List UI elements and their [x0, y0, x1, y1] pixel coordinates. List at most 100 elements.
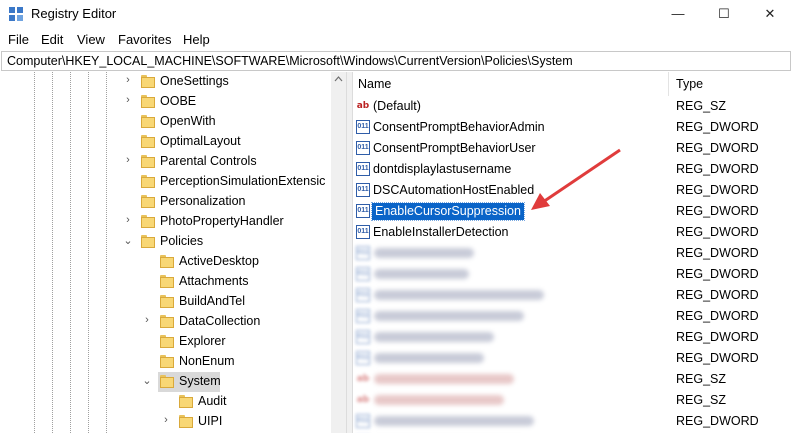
- tree-item-label: System: [179, 374, 221, 388]
- tree-item[interactable]: › OOBE: [0, 92, 345, 112]
- registry-value-row[interactable]: 011 ConsentPromptBehaviorAdmin REG_DWORD: [352, 117, 793, 138]
- tree-item[interactable]: › DataCollection: [0, 312, 345, 332]
- tree-item[interactable]: Explorer: [0, 332, 345, 352]
- string-value-icon: ab: [356, 101, 370, 111]
- maximize-button[interactable]: ☐: [701, 0, 747, 28]
- address-bar[interactable]: Computer\HKEY_LOCAL_MACHINE\SOFTWARE\Mic…: [1, 51, 791, 71]
- column-header-type[interactable]: Type: [670, 72, 793, 96]
- registry-value-row[interactable]: ab (Default) REG_SZ: [352, 96, 793, 117]
- tree-item[interactable]: › Parental Controls: [0, 152, 345, 172]
- redacted-value-name: [374, 269, 469, 279]
- registry-value-row[interactable]: 011 REG_DWORD: [352, 327, 793, 348]
- dword-value-icon: 011: [356, 162, 370, 176]
- tree-item[interactable]: ⌄ System: [0, 372, 345, 392]
- tree-item-label: OptimalLayout: [160, 134, 241, 148]
- registry-value-row[interactable]: 011 REG_DWORD: [352, 306, 793, 327]
- registry-editor-icon: [9, 7, 23, 21]
- registry-value-row[interactable]: 011 REG_DWORD: [352, 411, 793, 432]
- dword-value-icon: 011: [356, 225, 370, 239]
- tree-item-label: Explorer: [179, 334, 226, 348]
- chevron-right-icon[interactable]: ›: [123, 74, 133, 86]
- redacted-value-name: [374, 395, 504, 405]
- tree-item[interactable]: PerceptionSimulationExtensic: [0, 172, 345, 192]
- registry-value-row[interactable]: 011 REG_DWORD: [352, 348, 793, 369]
- value-type: REG_DWORD: [676, 351, 759, 365]
- tree-item[interactable]: ActiveDesktop: [0, 252, 345, 272]
- registry-value-row[interactable]: 011 REG_DWORD: [352, 243, 793, 264]
- tree-item[interactable]: › PhotoPropertyHandler: [0, 212, 345, 232]
- chevron-right-icon[interactable]: ›: [123, 94, 133, 106]
- registry-value-row[interactable]: 011 EnableInstallerDetection REG_DWORD: [352, 222, 793, 243]
- tree-item-label: Policies: [160, 234, 204, 248]
- chevron-right-icon[interactable]: ›: [161, 414, 171, 426]
- redacted-value-name: [374, 374, 514, 384]
- tree-item[interactable]: OpenWith: [0, 112, 345, 132]
- column-name-label: Name: [358, 77, 392, 91]
- tree-scrollbar[interactable]: [331, 72, 346, 433]
- chevron-down-icon[interactable]: ⌄: [123, 234, 133, 247]
- tree-item[interactable]: Audit: [0, 392, 345, 412]
- registry-value-row[interactable]: 011 dontdisplaylastusername REG_DWORD: [352, 159, 793, 180]
- menu-edit[interactable]: Edit: [41, 32, 63, 47]
- tree-item[interactable]: Personalization: [0, 192, 345, 212]
- registry-value-row[interactable]: ab REG_SZ: [352, 369, 793, 390]
- folder-icon: [160, 275, 174, 288]
- tree-item[interactable]: BuildAndTel: [0, 292, 345, 312]
- column-header-name[interactable]: Name: [352, 72, 668, 96]
- key-tree: › OneSettings › OOBE OpenWith OptimalLayout › P…: [0, 72, 345, 433]
- registry-value-row[interactable]: 011 EnableCursorSuppression REG_DWORD: [352, 201, 793, 222]
- registry-value-row[interactable]: 011 REG_DWORD: [352, 264, 793, 285]
- folder-icon: [179, 395, 193, 408]
- value-type: REG_SZ: [676, 99, 727, 113]
- value-type: REG_DWORD: [676, 288, 759, 302]
- menu-view[interactable]: View: [77, 32, 105, 47]
- value-name: ConsentPromptBehaviorAdmin: [373, 120, 545, 134]
- close-button[interactable]: ✕: [747, 0, 793, 28]
- tree-item[interactable]: › UIPI: [0, 412, 345, 432]
- tree-item[interactable]: OptimalLayout: [0, 132, 345, 152]
- registry-value-row[interactable]: ab REG_SZ: [352, 390, 793, 411]
- dword-value-icon: 011: [356, 246, 370, 260]
- tree-item[interactable]: › OneSettings: [0, 72, 345, 92]
- tree-item-label: UIPI: [198, 414, 223, 428]
- menu-file[interactable]: File: [8, 32, 29, 47]
- menu-help[interactable]: Help: [183, 32, 210, 47]
- dword-value-icon: 011: [356, 309, 370, 323]
- value-name: ConsentPromptBehaviorUser: [373, 141, 536, 155]
- values-list: Name Type ab (Default) REG_SZ 011 ConsentPro…: [352, 72, 793, 433]
- registry-value-row[interactable]: 011 ConsentPromptBehaviorUser REG_DWORD: [352, 138, 793, 159]
- folder-icon: [160, 355, 174, 368]
- value-type: REG_DWORD: [676, 183, 759, 197]
- tree-item-label: OneSettings: [160, 74, 229, 88]
- tree-item-label: Parental Controls: [160, 154, 257, 168]
- scroll-up-arrow-icon[interactable]: [334, 74, 343, 84]
- menu-favorites[interactable]: Favorites: [118, 32, 171, 47]
- redacted-value-name: [374, 416, 534, 426]
- chevron-right-icon[interactable]: ›: [142, 314, 152, 326]
- folder-icon: [179, 415, 193, 428]
- column-divider[interactable]: [668, 72, 669, 96]
- menu-bar: File Edit View Favorites Help: [0, 30, 793, 50]
- chevron-right-icon[interactable]: ›: [123, 214, 133, 226]
- tree-item-label: PerceptionSimulationExtensic: [160, 174, 326, 188]
- minimize-button[interactable]: —: [655, 0, 701, 28]
- value-name: EnableCursorSuppression: [371, 202, 525, 221]
- tree-item-label: ActiveDesktop: [179, 254, 259, 268]
- tree-item-label: Attachments: [179, 274, 249, 288]
- tree-item-label: OpenWith: [160, 114, 216, 128]
- tree-item[interactable]: NonEnum: [0, 352, 345, 372]
- chevron-down-icon[interactable]: ⌄: [142, 374, 152, 387]
- registry-value-row[interactable]: 011 DSCAutomationHostEnabled REG_DWORD: [352, 180, 793, 201]
- tree-item[interactable]: ⌄ Policies: [0, 232, 345, 252]
- chevron-right-icon[interactable]: ›: [123, 154, 133, 166]
- value-type: REG_DWORD: [676, 246, 759, 260]
- tree-item[interactable]: Attachments: [0, 272, 345, 292]
- folder-icon: [160, 335, 174, 348]
- dword-value-icon: 011: [356, 414, 370, 428]
- value-type: REG_SZ: [676, 372, 727, 386]
- dword-value-icon: 011: [356, 120, 370, 134]
- redacted-value-name: [374, 290, 544, 300]
- registry-value-row[interactable]: 011 REG_DWORD: [352, 285, 793, 306]
- folder-icon: [141, 115, 155, 128]
- value-type: REG_DWORD: [676, 267, 759, 281]
